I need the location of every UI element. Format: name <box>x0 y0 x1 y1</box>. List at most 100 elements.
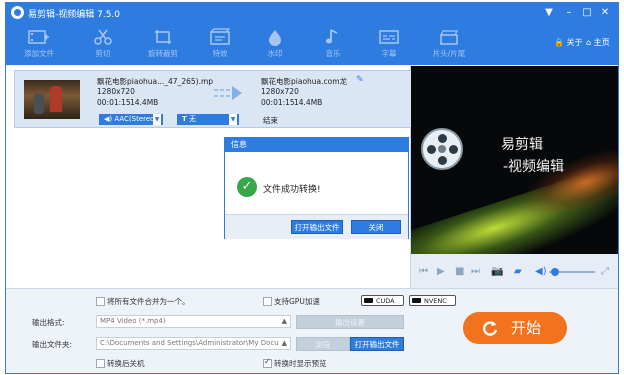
cut-button[interactable]: 剪切 <box>78 26 128 62</box>
dialog-title: 信息 <box>225 138 408 152</box>
film-reel-icon <box>421 128 463 170</box>
camera-icon[interactable]: 📷 <box>491 266 503 277</box>
preview-title-line1: 易剪辑 <box>501 137 543 153</box>
cuda-badge: CUDA <box>361 295 404 306</box>
edit-pencil-icon[interactable]: ✎ <box>356 75 364 85</box>
home-icon: ⌂ <box>586 38 592 47</box>
about-label: 关于 <box>566 38 583 47</box>
format-label: 输出格式: <box>32 318 65 327</box>
rotate-crop-label: 旋转裁剪 <box>148 49 178 58</box>
merge-checkbox[interactable] <box>96 297 105 306</box>
effects-label: 特效 <box>212 49 228 58</box>
show-preview-checkbox[interactable] <box>263 357 272 368</box>
output-settings-button[interactable]: 输出设置 <box>296 315 404 329</box>
source-duration: 00:01:15 <box>97 98 131 107</box>
fullscreen-icon[interactable]: ⤢ <box>601 266 609 277</box>
dialog-close-button[interactable]: 关闭 <box>351 220 401 234</box>
app-logo-icon <box>11 6 24 19</box>
folder-value: C:\Documents and Settings\Administrator\… <box>100 339 279 347</box>
stop-icon[interactable]: ■ <box>455 266 464 277</box>
app-window: 易剪辑-视频编辑 7.5.0 ▼ – □ ✕ 添加文件 剪切 旋转裁剪 特效 水… <box>5 2 619 374</box>
home-label: 主页 <box>593 38 610 47</box>
open-output-file-button[interactable]: 打开输出文件 <box>291 220 343 234</box>
cut-label: 剪切 <box>95 49 111 58</box>
refresh-icon <box>483 321 498 336</box>
player-controls: ⏮ ▶ ■ ⏭ 📷 ▰ ◀) ⤢ <box>411 254 618 288</box>
browse-button[interactable]: 浏览 <box>296 337 350 351</box>
chevron-up-icon: ▲ <box>281 339 287 347</box>
preview-title-line2: -视频编辑 <box>503 159 565 175</box>
subtitle-value: 无 <box>189 115 197 123</box>
volume-thumb[interactable] <box>551 268 559 276</box>
play-icon[interactable]: ▶ <box>437 266 445 277</box>
shutdown-label: 转换后关机 <box>107 359 145 368</box>
music-note-icon <box>326 29 338 44</box>
scissors-icon <box>94 29 112 45</box>
toolbar: 添加文件 剪切 旋转裁剪 特效 水印 音乐 字幕 片头/片尾 🔒 关于 ⌂ 主页 <box>6 23 618 65</box>
source-size: 14.4MB <box>130 98 159 107</box>
audio-track-select[interactable]: ◀) AAC(Stereo 4 ▼ <box>99 114 163 125</box>
title-bar: 易剪辑-视频编辑 7.5.0 ▼ – □ ✕ <box>6 3 618 23</box>
text-t-icon: T <box>182 115 187 123</box>
merge-label: 将所有文件合并为一个。 <box>107 297 190 306</box>
gpu-label: 支持GPU加速 <box>274 297 320 306</box>
chevron-up-icon: ▲ <box>281 317 287 325</box>
volume-icon[interactable]: ◀) <box>535 266 547 277</box>
gpu-checkbox[interactable] <box>263 297 272 306</box>
success-check-icon: ✓ <box>237 177 257 197</box>
rotate-crop-button[interactable]: 旋转裁剪 <box>138 26 188 62</box>
film-effects-icon <box>210 28 231 45</box>
intro-outro-label: 片头/片尾 <box>432 49 466 58</box>
output-size: 14.4MB <box>294 98 323 107</box>
film-add-icon <box>28 30 49 44</box>
start-button[interactable]: 开始 <box>463 312 567 344</box>
output-duration: 00:01:15 <box>261 98 295 107</box>
home-link[interactable]: ⌂ 主页 <box>586 37 610 48</box>
speaker-icon: ◀) <box>104 115 113 123</box>
volume-slider[interactable] <box>549 268 595 276</box>
folder-icon[interactable]: ▰ <box>514 266 522 277</box>
next-icon[interactable]: ⏭ <box>471 266 480 277</box>
source-resolution: 1280x720 <box>97 87 135 96</box>
clapper-icon <box>440 30 458 45</box>
maximize-icon[interactable]: □ <box>580 6 594 20</box>
previous-icon[interactable]: ⏮ <box>419 266 428 277</box>
music-button[interactable]: 音乐 <box>308 26 358 62</box>
source-file-name: 飘花电影piaohua..._47_265).mp <box>97 77 214 86</box>
output-folder-select[interactable]: C:\Documents and Settings\Administrator\… <box>96 337 291 350</box>
folder-label: 输出文件夹: <box>32 340 73 349</box>
chevron-down-icon: ▼ <box>153 114 161 125</box>
output-file-name: 飘花电影piaohua.com龙 <box>261 77 348 86</box>
minimize-icon[interactable]: – <box>562 6 576 20</box>
subtitle-button[interactable]: 字幕 <box>364 26 414 62</box>
video-preview: 易剪辑 -视频编辑 <box>411 66 618 254</box>
window-title: 易剪辑-视频编辑 7.5.0 <box>28 10 121 20</box>
add-file-label: 添加文件 <box>24 49 54 58</box>
chevron-down-icon: ▼ <box>229 114 237 125</box>
effects-button[interactable]: 特效 <box>195 26 245 62</box>
shutdown-checkbox[interactable] <box>96 359 105 368</box>
file-row[interactable]: 飘花电影piaohua..._47_265).mp 1280x720 00:01… <box>14 70 412 128</box>
subtitle-select[interactable]: T 无 ▼ <box>177 114 239 125</box>
format-select[interactable]: MP4 Video (*.mp4) ▲ <box>96 315 291 328</box>
start-label: 开始 <box>511 319 542 337</box>
close-icon[interactable]: ✕ <box>598 6 612 20</box>
intro-outro-button[interactable]: 片头/片尾 <box>424 26 474 62</box>
drop-icon <box>269 30 281 46</box>
subtitle-icon <box>379 30 399 44</box>
open-output-folder-button[interactable]: 打开输出文件 <box>350 337 404 351</box>
crop-icon <box>155 30 171 44</box>
output-resolution: 1280x720 <box>261 87 299 96</box>
info-dialog: 信息 ✓ 文件成功转换! 打开输出文件 关闭 <box>224 137 409 239</box>
watermark-label: 水印 <box>267 49 283 58</box>
video-thumbnail <box>24 80 80 119</box>
about-link[interactable]: 🔒 关于 <box>554 37 583 48</box>
lock-icon: 🔒 <box>554 38 564 47</box>
convert-arrow-icon <box>214 86 242 100</box>
add-file-button[interactable]: 添加文件 <box>14 26 64 62</box>
show-preview-label: 转换时显示预览 <box>274 359 327 368</box>
format-value: MP4 Video (*.mp4) <box>100 317 166 325</box>
conversion-status: 结束 <box>263 116 278 125</box>
dropdown-menu-icon[interactable]: ▼ <box>542 6 556 20</box>
watermark-button[interactable]: 水印 <box>250 26 300 62</box>
